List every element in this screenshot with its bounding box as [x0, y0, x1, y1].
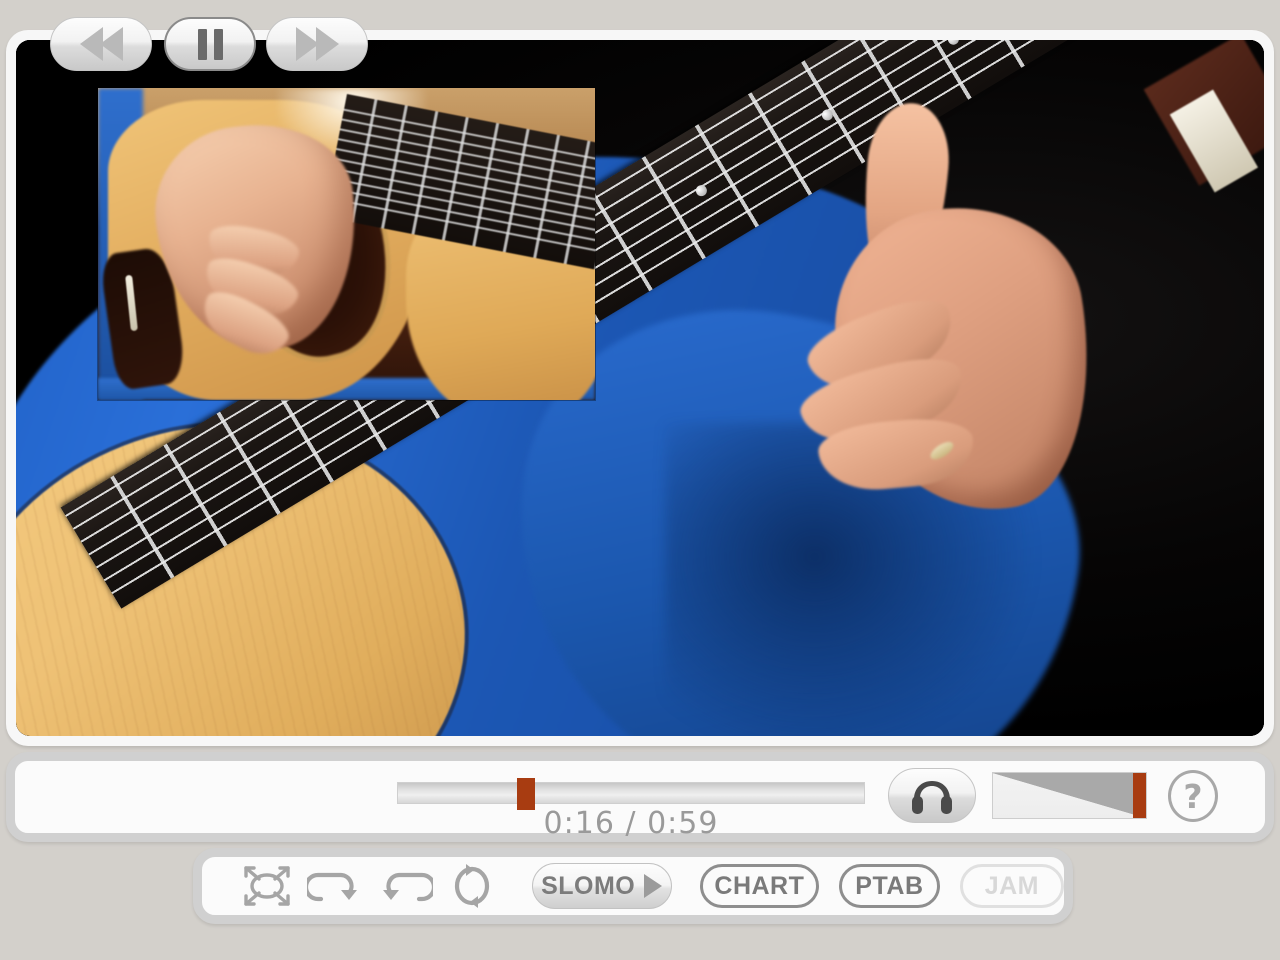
- loop-repeat-button[interactable]: [441, 860, 503, 912]
- rewind-button[interactable]: [50, 17, 152, 71]
- chart-button[interactable]: CHART: [699, 864, 820, 908]
- seek-slider[interactable]: [397, 778, 865, 810]
- pause-icon: [197, 28, 207, 60]
- rewind-icon: [99, 27, 123, 61]
- time-display: 0:16 / 0:59: [543, 806, 719, 841]
- pause-icon: [213, 28, 223, 60]
- video-panel: [6, 30, 1274, 746]
- fullscreen-icon: [244, 866, 290, 906]
- fast-forward-button[interactable]: [266, 17, 368, 71]
- jam-button: JAM: [959, 864, 1064, 908]
- ptab-button[interactable]: PTAB: [839, 864, 940, 908]
- player-page: 0:16 / 0:59 ? SLOMO CHART PTAB JAM: [0, 0, 1280, 960]
- loop-forward-button[interactable]: [304, 860, 366, 912]
- help-button[interactable]: ?: [1168, 770, 1218, 822]
- fast-forward-icon: [315, 27, 339, 61]
- slomo-label: SLOMO: [541, 871, 636, 900]
- slomo-button[interactable]: SLOMO: [531, 863, 672, 909]
- volume-slider[interactable]: [992, 772, 1147, 819]
- volume-slider-handle[interactable]: [1133, 773, 1146, 818]
- pause-button[interactable]: [164, 17, 256, 71]
- secondary-toolbar: SLOMO CHART PTAB JAM: [193, 848, 1073, 924]
- fullscreen-button[interactable]: [236, 860, 298, 912]
- picture-in-picture-inset[interactable]: [98, 88, 595, 400]
- loop-back-icon: [383, 872, 434, 902]
- volume-level-wedge: [993, 773, 1146, 818]
- loop-repeat-icon: [455, 864, 490, 908]
- play-icon: [644, 874, 663, 898]
- loop-forward-icon: [306, 872, 357, 902]
- headphones-icon: [912, 780, 952, 814]
- video-stage[interactable]: [16, 40, 1264, 736]
- headphones-button[interactable]: [888, 768, 976, 823]
- loop-back-button[interactable]: [373, 860, 435, 912]
